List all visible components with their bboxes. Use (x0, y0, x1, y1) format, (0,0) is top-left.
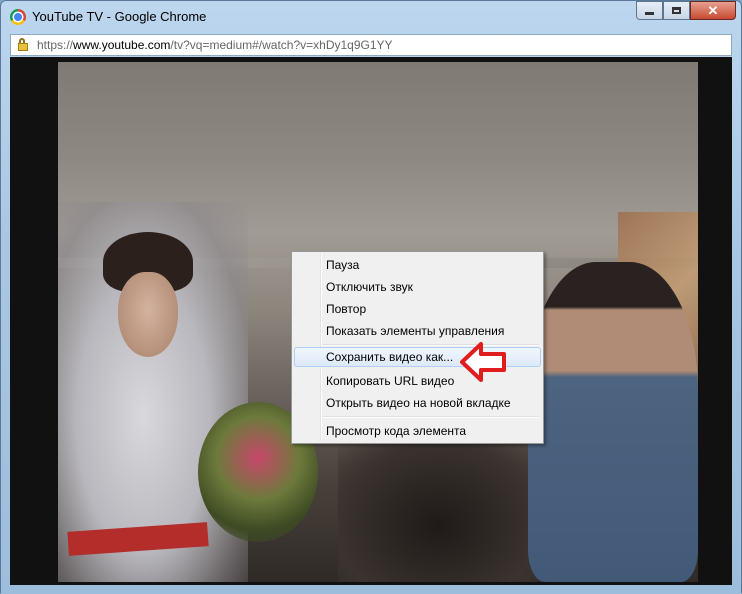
video-frame-detail (118, 272, 178, 357)
menu-item-open-video-new-tab[interactable]: Открыть видео на новой вкладке (294, 393, 541, 413)
url-scheme: https:// (37, 38, 74, 52)
maximize-button[interactable] (663, 1, 690, 20)
menu-item-show-controls[interactable]: Показать элементы управления (294, 321, 541, 341)
red-arrow-left-icon (460, 342, 506, 382)
video-frame-detail (338, 442, 538, 582)
maximize-icon (672, 7, 681, 14)
chrome-logo-icon (10, 9, 26, 25)
video-frame-detail (528, 262, 698, 582)
close-icon: ✕ (707, 2, 719, 18)
url-host: www.youtube.com (73, 38, 171, 52)
menu-item-loop[interactable]: Повтор (294, 299, 541, 319)
window-controls: ✕ (636, 1, 736, 21)
minimize-icon (645, 12, 654, 15)
title-bar[interactable]: YouTube TV - Google Chrome ✕ (1, 1, 741, 32)
menu-item-inspect-element[interactable]: Просмотр кода элемента (294, 421, 541, 441)
address-bar[interactable]: https://www.youtube.com/tv?vq=medium#/wa… (10, 34, 732, 56)
menu-item-pause[interactable]: Пауза (294, 255, 541, 275)
url-path: /tv?vq=medium#/watch?v=xhDy1q9G1YY (170, 38, 393, 52)
lock-warning-icon[interactable] (17, 38, 29, 52)
url-text[interactable]: https://www.youtube.com/tv?vq=medium#/wa… (37, 38, 393, 52)
menu-separator (322, 416, 539, 418)
minimize-button[interactable] (636, 1, 663, 20)
window-title: YouTube TV - Google Chrome (32, 9, 207, 24)
menu-item-mute[interactable]: Отключить звук (294, 277, 541, 297)
close-button[interactable]: ✕ (690, 1, 736, 20)
